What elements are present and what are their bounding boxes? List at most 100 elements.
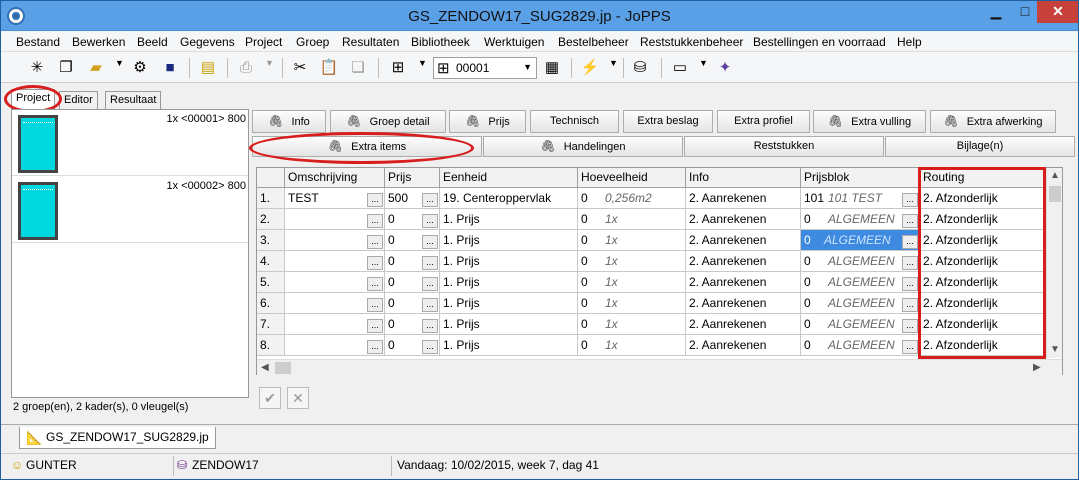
tab-resultaat[interactable]: Resultaat bbox=[105, 91, 162, 109]
extra-beslag-button[interactable]: Extra beslag bbox=[623, 110, 713, 133]
column-header-prijsblok[interactable]: Prijsblok bbox=[801, 168, 920, 188]
cell-info[interactable]: 2. Aanrekenen bbox=[686, 188, 801, 209]
chevron-down-icon[interactable]: ▼ bbox=[418, 58, 427, 68]
ellipsis-button[interactable]: ... bbox=[422, 214, 438, 228]
ellipsis-button[interactable]: ... bbox=[367, 298, 383, 312]
column-header-info[interactable]: Info bbox=[686, 168, 801, 188]
properties-icon[interactable]: ⚙ bbox=[129, 57, 151, 79]
cell-omschrijving[interactable]: ... bbox=[285, 209, 385, 230]
cell-omschrijving[interactable]: ... bbox=[285, 335, 385, 356]
cell-hoeveelheid[interactable]: 0 0,256m2 bbox=[578, 188, 686, 209]
minimize-button[interactable]: ▁ bbox=[981, 1, 1011, 23]
copy-icon[interactable]: ❐ bbox=[55, 57, 77, 79]
cell-eenheid[interactable]: 1. Prijs bbox=[440, 314, 578, 335]
cell-omschrijving[interactable]: ... bbox=[285, 272, 385, 293]
menu-project[interactable]: Project bbox=[245, 35, 282, 49]
save-icon[interactable]: ■ bbox=[159, 57, 181, 79]
cell-omschrijving[interactable]: ... bbox=[285, 230, 385, 251]
cell-hoeveelheid[interactable]: 0 1x bbox=[578, 293, 686, 314]
menu-werktuigen[interactable]: Werktuigen bbox=[484, 35, 544, 49]
menu-bestellingen[interactable]: Bestellingen en voorraad bbox=[753, 35, 886, 49]
cell-info[interactable]: 2. Aanrekenen bbox=[686, 314, 801, 335]
cell-prijs[interactable]: 0... bbox=[385, 230, 440, 251]
cell-info[interactable]: 2. Aanrekenen bbox=[686, 230, 801, 251]
cancel-button[interactable]: ✕ bbox=[287, 387, 309, 409]
database-query-icon[interactable]: ⛁ bbox=[629, 57, 651, 79]
technisch-button[interactable]: Technisch bbox=[530, 110, 619, 133]
cell-eenheid[interactable]: 1. Prijs bbox=[440, 230, 578, 251]
list-item[interactable]: 1x <00001> 800 bbox=[12, 110, 248, 176]
cell-prijs[interactable]: 0... bbox=[385, 314, 440, 335]
ellipsis-button[interactable]: ... bbox=[422, 340, 438, 354]
ellipsis-button[interactable]: ... bbox=[902, 298, 918, 312]
chevron-down-icon[interactable]: ▼ bbox=[115, 58, 124, 68]
column-header-hoeveelheid[interactable]: Hoeveelheid bbox=[578, 168, 686, 188]
menu-resultaten[interactable]: Resultaten bbox=[342, 35, 399, 49]
menu-beeld[interactable]: Beeld bbox=[137, 35, 168, 49]
new-icon[interactable]: ✳ bbox=[26, 57, 48, 79]
menu-bestand[interactable]: Bestand bbox=[16, 35, 60, 49]
menu-gegevens[interactable]: Gegevens bbox=[180, 35, 235, 49]
ellipsis-button[interactable]: ... bbox=[422, 256, 438, 270]
cell-eenheid[interactable]: 1. Prijs bbox=[440, 209, 578, 230]
ellipsis-button[interactable]: ... bbox=[902, 214, 918, 228]
reststukken-button[interactable]: Reststukken bbox=[684, 136, 884, 157]
groep-detail-button[interactable]: 🖇 Groep detail bbox=[330, 110, 446, 133]
horizontal-scrollbar[interactable]: ◀ ▶ bbox=[257, 359, 1062, 375]
cell-prijs[interactable]: 0... bbox=[385, 335, 440, 356]
list-item[interactable]: 1x <00002> 800 bbox=[12, 177, 248, 243]
cell-info[interactable]: 2. Aanrekenen bbox=[686, 335, 801, 356]
cell-prijsblok[interactable]: 0 ALGEMEEN... bbox=[801, 209, 920, 230]
document-tab[interactable]: 📐 GS_ZENDOW17_SUG2829.jp bbox=[19, 427, 216, 449]
cell-info[interactable]: 2. Aanrekenen bbox=[686, 209, 801, 230]
cell-prijsblok[interactable]: 0 ALGEMEEN... bbox=[801, 230, 920, 251]
cell-prijs[interactable]: 500... bbox=[385, 188, 440, 209]
column-header-eenheid[interactable]: Eenheid bbox=[440, 168, 578, 188]
ellipsis-button[interactable]: ... bbox=[367, 256, 383, 270]
extra-afwerking-button[interactable]: 🖇 Extra afwerking bbox=[930, 110, 1056, 133]
menu-help[interactable]: Help bbox=[897, 35, 922, 49]
cell-omschrijving[interactable]: ... bbox=[285, 251, 385, 272]
cell-prijsblok[interactable]: 0 ALGEMEEN... bbox=[801, 335, 920, 356]
cell-omschrijving[interactable]: TEST... bbox=[285, 188, 385, 209]
select-icon[interactable]: ⊞ bbox=[387, 57, 409, 79]
cell-prijs[interactable]: 0... bbox=[385, 272, 440, 293]
cell-hoeveelheid[interactable]: 0 1x bbox=[578, 314, 686, 335]
scroll-thumb[interactable] bbox=[275, 362, 291, 374]
cell-prijsblok[interactable]: 0 ALGEMEEN... bbox=[801, 293, 920, 314]
bijlagen-button[interactable]: Bijlage(n) bbox=[885, 136, 1075, 157]
cell-prijsblok[interactable]: 0 ALGEMEEN... bbox=[801, 272, 920, 293]
menu-bibliotheek[interactable]: Bibliotheek bbox=[411, 35, 470, 49]
ellipsis-button[interactable]: ... bbox=[367, 193, 383, 207]
print-preview-icon[interactable]: ▤ bbox=[197, 57, 219, 79]
column-header-prijs[interactable]: Prijs bbox=[385, 168, 440, 188]
cut-icon[interactable]: ✂ bbox=[289, 57, 311, 79]
window-grid-icon[interactable]: ▦ bbox=[541, 57, 563, 79]
magic-wand-icon[interactable]: ✦ bbox=[714, 57, 736, 79]
tab-editor[interactable]: Editor bbox=[59, 91, 98, 109]
ellipsis-button[interactable]: ... bbox=[902, 235, 918, 249]
ellipsis-button[interactable]: ... bbox=[902, 193, 918, 207]
column-header-omschrijving[interactable]: Omschrijving bbox=[285, 168, 385, 188]
ellipsis-button[interactable]: ... bbox=[367, 277, 383, 291]
ellipsis-button[interactable]: ... bbox=[902, 340, 918, 354]
extra-vulling-button[interactable]: 🖇 Extra vulling bbox=[813, 110, 926, 133]
ellipsis-button[interactable]: ... bbox=[422, 193, 438, 207]
cell-prijsblok[interactable]: 101 101 TEST... bbox=[801, 188, 920, 209]
extra-profiel-button[interactable]: Extra profiel bbox=[717, 110, 810, 133]
ellipsis-button[interactable]: ... bbox=[902, 256, 918, 270]
menu-bestelbeheer[interactable]: Bestelbeheer bbox=[558, 35, 629, 49]
cell-info[interactable]: 2. Aanrekenen bbox=[686, 293, 801, 314]
cell-eenheid[interactable]: 19. Centeroppervlak bbox=[440, 188, 578, 209]
chevron-down-icon[interactable]: ▼ bbox=[699, 58, 708, 68]
menu-groep[interactable]: Groep bbox=[296, 35, 329, 49]
cell-hoeveelheid[interactable]: 0 1x bbox=[578, 272, 686, 293]
open-folder-icon[interactable]: ▰ bbox=[85, 57, 107, 79]
maximize-button[interactable]: □ bbox=[1011, 1, 1039, 23]
chevron-down-icon[interactable]: ▼ bbox=[609, 58, 618, 68]
cell-info[interactable]: 2. Aanrekenen bbox=[686, 272, 801, 293]
close-button[interactable]: ✕ bbox=[1037, 1, 1078, 23]
prijs-button[interactable]: 🖇 Prijs bbox=[449, 110, 526, 133]
cell-prijs[interactable]: 0... bbox=[385, 209, 440, 230]
scroll-up-icon[interactable]: ▲ bbox=[1050, 170, 1060, 181]
